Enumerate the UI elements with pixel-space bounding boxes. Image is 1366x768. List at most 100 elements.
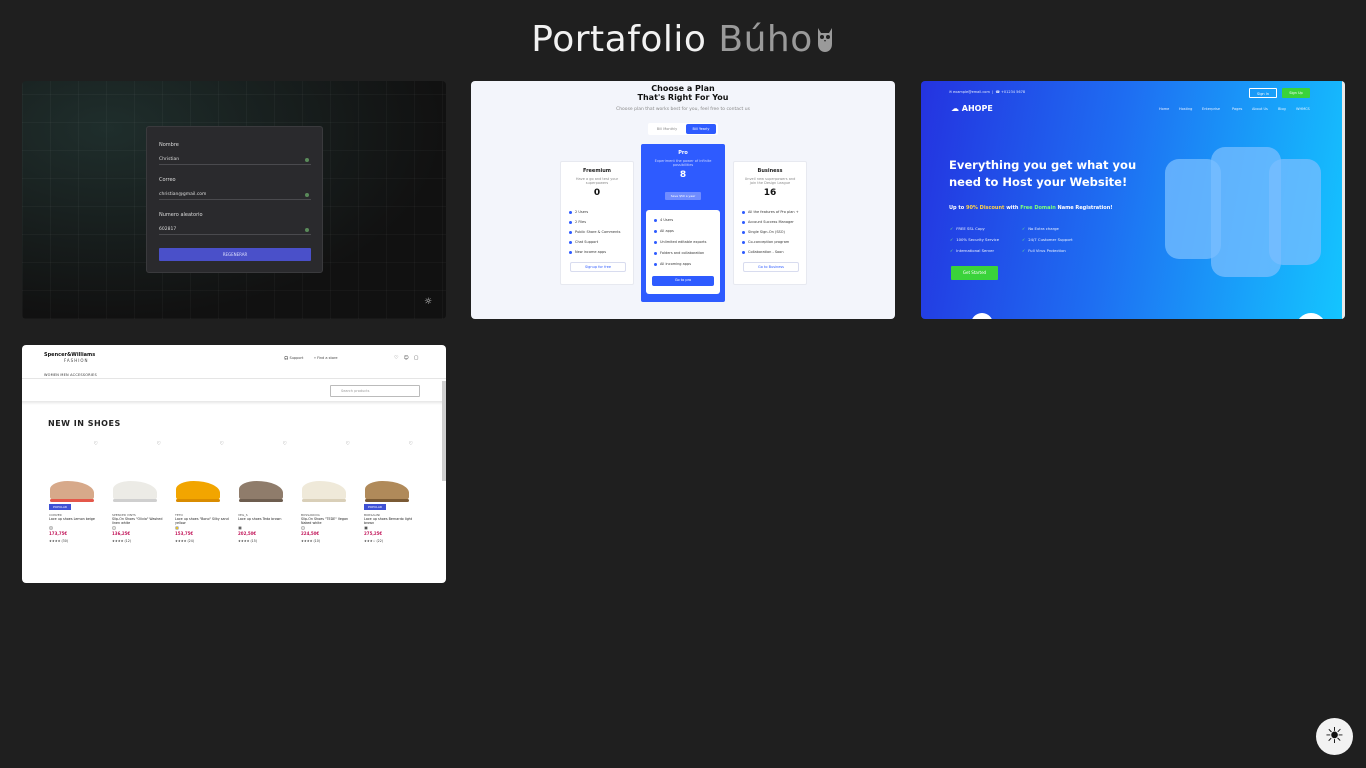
feature-item: ✓ International Server — [950, 248, 995, 253]
product-name[interactable]: Lace up shoes Bernardo light brown — [364, 517, 418, 525]
signin-button[interactable]: Sign In — [1249, 88, 1277, 98]
product-card[interactable]: ♡ VEG_S Lace up shoes Teda brown 202,50€ ★★★… — [235, 441, 291, 551]
product-price: 275,25€ — [364, 531, 383, 536]
offer-text: Name Registration! — [1057, 205, 1113, 211]
number-value: 602817 — [159, 227, 177, 232]
plan-feature: 4 Users — [654, 218, 673, 222]
product-name[interactable]: Lace up shoes "Bono" Silky sand yellow — [175, 517, 229, 525]
sun-icon: ☀ — [1324, 724, 1345, 749]
nav-hosting[interactable]: Hosting — [1179, 107, 1192, 111]
toggle-yearly[interactable]: Bill Yearly — [686, 124, 716, 134]
email-field[interactable]: christian@gmail.com — [159, 189, 311, 200]
product-card[interactable]: ♡ POPULAR BORSALINI Lace up shoes Bernardo … — [361, 441, 417, 551]
nav-enterprise[interactable]: Enterprise — [1202, 107, 1220, 111]
search-input[interactable]: Search products — [330, 385, 420, 397]
hero-offer: Up to 90% Discount with Free Domain Name… — [949, 205, 1113, 211]
project-card-form[interactable]: Nombre Christian Correo christian@gmail.… — [22, 81, 446, 319]
color-swatch[interactable] — [112, 526, 116, 530]
feature-item: ✓ No Extra charge — [1022, 226, 1059, 231]
sun-icon[interactable]: ☼ — [424, 297, 434, 307]
name-field[interactable]: Christian — [159, 154, 311, 165]
color-swatch[interactable] — [301, 526, 305, 530]
plan-desc: Have a go and test your superpowers — [575, 177, 619, 185]
offer-discount: 90% Discount — [965, 205, 1005, 211]
shoe-sole — [176, 499, 220, 502]
signup-free-button[interactable]: Signup for free — [570, 262, 626, 272]
theme-toggle-button[interactable]: ☀ — [1316, 718, 1353, 755]
shoe-image — [365, 481, 409, 501]
category-nav[interactable]: WOMEN MEN ACCESSORIES — [44, 373, 97, 377]
plan-price: 0 — [593, 188, 601, 198]
plan-feature: All the features of Pro plan + — [742, 210, 799, 214]
color-swatch[interactable] — [238, 526, 242, 530]
get-started-button[interactable]: Get Started — [951, 266, 998, 280]
plan-desc: Experiment the power of infinite possibi… — [654, 159, 712, 167]
save-badge: Save $50 a year — [665, 192, 701, 200]
header-icons[interactable]: ♡☺▢ — [394, 355, 423, 361]
go-business-button[interactable]: Go to Business — [743, 262, 799, 272]
ahope-logo: ☁ AHOPE — [951, 104, 993, 113]
nav-home[interactable]: Home — [1159, 107, 1169, 111]
product-rating: ★★★★ (30) — [49, 539, 68, 543]
brand-name: AHOPE — [961, 104, 993, 113]
nav-whmcs[interactable]: WHMCS — [1296, 107, 1310, 111]
wishlist-icon[interactable]: ♡ — [94, 441, 98, 447]
shoe-image — [239, 481, 283, 501]
shoe-image — [50, 481, 94, 501]
scrollbar[interactable] — [442, 381, 446, 481]
slider-dot[interactable] — [1296, 313, 1326, 319]
shoe-sole — [239, 499, 283, 502]
regenerate-button[interactable]: REGENERAR — [159, 248, 311, 261]
product-name[interactable]: Slip-On Shoes "Olivia" Washed linen whit… — [112, 517, 166, 525]
product-card[interactable]: ♡ SPENCER VINTS Slip-On Shoes "Olivia" Was… — [109, 441, 165, 551]
plan-feature: Collaboration - Soon — [742, 250, 784, 254]
product-name[interactable]: Lace up shoes Lemon beige — [49, 517, 103, 521]
project-card-hosting[interactable]: ✉ example@email.com | ☎ +01234 5678 Sign… — [921, 81, 1345, 319]
title-accent: Búho — [718, 19, 813, 60]
wishlist-icon[interactable]: ♡ — [409, 441, 413, 447]
signup-button[interactable]: Sign Up — [1282, 88, 1310, 98]
owl-icon — [817, 28, 832, 52]
header-shadow — [22, 401, 446, 405]
product-name[interactable]: Lace up shoes Teda brown — [238, 517, 292, 521]
shoe-image — [302, 481, 346, 501]
product-card[interactable]: ♡ TETO Lace up shoes "Bono" Silky sand yel… — [172, 441, 229, 551]
go-pro-button[interactable]: Go to pro — [652, 276, 714, 286]
nav-about[interactable]: About Us — [1252, 107, 1268, 111]
wishlist-icon[interactable]: ♡ — [346, 441, 350, 447]
nav-pages[interactable]: Pages — [1232, 107, 1242, 111]
project-card-pricing[interactable]: Choose a Plan That's Right For You Choos… — [471, 81, 895, 319]
product-card[interactable]: ♡ BOSSANOVA Slip-On Shoes "TEDE" Vegan Nak… — [298, 441, 354, 551]
name-label: Nombre — [159, 142, 179, 148]
email-label: Correo — [159, 177, 176, 183]
slider-dot[interactable] — [971, 313, 993, 319]
find-store-link[interactable]: ⌖ Find a store — [314, 356, 338, 360]
product-card[interactable]: ♡ POPULAR CONVER Lace up shoes Lemon beige 1… — [46, 441, 102, 551]
plan-name: Freemium — [582, 168, 612, 174]
nav-blog[interactable]: Blog — [1278, 107, 1286, 111]
number-field[interactable]: 602817 — [159, 224, 311, 235]
product-rating: ★★★★ (12) — [112, 539, 131, 543]
billing-toggle[interactable]: Bill Monthly Bill Yearly — [648, 123, 718, 135]
product-price: 224,50€ — [301, 531, 320, 536]
color-swatch[interactable] — [364, 526, 368, 530]
shoe-sole — [365, 499, 409, 502]
color-swatch[interactable] — [175, 526, 179, 530]
wishlist-icon[interactable]: ♡ — [157, 441, 161, 447]
wishlist-icon[interactable]: ♡ — [283, 441, 287, 447]
color-swatch[interactable] — [49, 526, 53, 530]
shoe-sole — [50, 499, 94, 502]
product-rating: ★★★☆ (22) — [364, 539, 383, 543]
product-price: 136,25€ — [112, 531, 131, 536]
support-link[interactable]: 🎧 Support — [284, 356, 303, 360]
pricing-title-line2: That's Right For You — [637, 93, 729, 102]
title-main: Portafolio — [531, 19, 707, 60]
wishlist-icon[interactable]: ♡ — [220, 441, 224, 447]
plan-feature: Chat Support — [569, 240, 598, 244]
page-title: Portafolio Búho — [0, 20, 1366, 60]
product-rating: ★★★★ (24) — [175, 539, 194, 543]
scrollbar[interactable] — [1342, 81, 1345, 319]
toggle-monthly[interactable]: Bill Monthly — [652, 123, 682, 135]
project-card-shop[interactable]: Spencer&Williams FASHION 🎧 Support ⌖ Find… — [22, 345, 446, 583]
product-name[interactable]: Slip-On Shoes "TEDE" Vegan Naked white — [301, 517, 355, 525]
